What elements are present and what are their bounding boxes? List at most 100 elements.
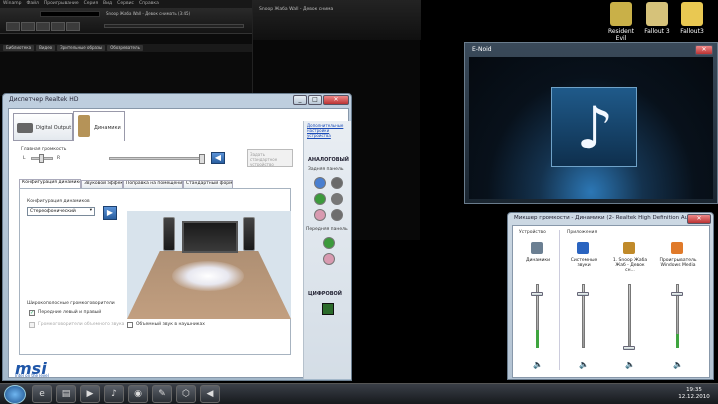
mute-speaker-icon[interactable]: 🔈 bbox=[673, 360, 683, 369]
seek-bar[interactable] bbox=[104, 24, 244, 28]
desktop-icon-fallout-3[interactable]: Fallout 3 bbox=[640, 2, 674, 35]
front-lr-checkbox[interactable]: ✓ bbox=[29, 310, 35, 316]
close-button[interactable]: ✕ bbox=[687, 214, 711, 224]
enoid-window: E-Noid ✕ ♪ bbox=[464, 42, 718, 204]
media-player-icon[interactable]: ▶ bbox=[80, 385, 100, 403]
winamp-main-window: Winamp Файл Проигрывание Серия Вид Серви… bbox=[0, 0, 252, 96]
test-play-button[interactable]: ▶ bbox=[103, 206, 117, 220]
balance-thumb[interactable] bbox=[39, 154, 44, 163]
tab-speakers[interactable]: Динамики bbox=[73, 111, 125, 141]
close-button[interactable]: ✕ bbox=[323, 95, 349, 105]
clock[interactable]: 19:35 12.12.2010 bbox=[674, 387, 714, 401]
explorer-icon[interactable]: ▤ bbox=[56, 385, 76, 403]
menu-item[interactable]: Справка bbox=[139, 1, 159, 7]
menu-item[interactable]: Сервис bbox=[117, 1, 134, 7]
volume-slider-thumb[interactable] bbox=[671, 292, 683, 296]
speaker-config-label: Конфигурация динамиков bbox=[27, 199, 90, 204]
menu-item[interactable]: Проигрывание bbox=[44, 1, 79, 7]
prev-button[interactable] bbox=[6, 22, 20, 31]
clock-date: 12.12.2010 bbox=[678, 394, 710, 400]
channel-label[interactable]: Динамики bbox=[519, 258, 557, 263]
front-jack-green[interactable] bbox=[323, 237, 335, 249]
folder-icon bbox=[681, 2, 703, 26]
tab-video[interactable]: Видео bbox=[36, 45, 56, 51]
digital-label: ЦИФРОВОЙ bbox=[308, 291, 342, 297]
jack-orange[interactable] bbox=[331, 209, 343, 221]
tab-library[interactable]: Библиотека bbox=[3, 45, 35, 51]
logo-tagline: Intel on the level bbox=[15, 373, 49, 378]
desktop-icon-label: Resident Evil bbox=[607, 28, 635, 42]
tab-visualization[interactable]: Зрительные образы bbox=[57, 45, 106, 51]
tab-default-format[interactable]: Стандартный формат bbox=[183, 180, 233, 188]
chevron-down-icon: ▾ bbox=[89, 208, 92, 213]
tab-browser[interactable]: Обозреватель bbox=[107, 45, 143, 51]
set-default-device-button[interactable]: Задать стандартное устройство bbox=[247, 149, 293, 167]
wmp-icon[interactable] bbox=[671, 242, 683, 254]
tab-digital-output[interactable]: Digital Output bbox=[13, 113, 73, 141]
channel-label: Системные звуки bbox=[570, 258, 598, 268]
stop-button[interactable] bbox=[51, 22, 65, 31]
jack-blue[interactable] bbox=[314, 177, 326, 189]
winamp-icon[interactable]: ♪ bbox=[104, 385, 124, 403]
volume-slider-thumb[interactable] bbox=[623, 346, 635, 350]
digital-output-icon bbox=[17, 123, 33, 133]
close-button[interactable]: ✕ bbox=[695, 45, 713, 55]
main-volume-slider[interactable] bbox=[109, 157, 205, 160]
shield-icon[interactable]: ⬡ bbox=[176, 385, 196, 403]
system-sounds-icon[interactable] bbox=[577, 242, 589, 254]
jack-black[interactable] bbox=[331, 193, 343, 205]
realtek-body: Digital Output Динамики Главная громкост… bbox=[8, 108, 351, 379]
realtek-hd-manager-window: Диспетчер Realtek HD _ □ ✕ Digital Outpu… bbox=[2, 93, 352, 381]
tab-speaker-config[interactable]: Конфигурация динамиков bbox=[19, 179, 81, 188]
menu-item[interactable]: Winamp bbox=[3, 1, 21, 7]
front-right-speaker-icon[interactable] bbox=[243, 217, 255, 251]
analog-label: АНАЛОГОВЫЙ bbox=[308, 157, 349, 163]
mute-speaker-icon[interactable]: 🔈 bbox=[579, 360, 589, 369]
desktop-icon-fallout3-folder[interactable]: Fallout3 bbox=[675, 2, 709, 35]
tab-room-correction[interactable]: Поправка на помещение bbox=[123, 180, 183, 188]
winamp-icon[interactable] bbox=[623, 242, 635, 254]
play-button[interactable] bbox=[21, 22, 35, 31]
tool-icon[interactable]: ✎ bbox=[152, 385, 172, 403]
front-left-speaker-icon[interactable] bbox=[163, 217, 175, 251]
menu-item[interactable]: Серия bbox=[84, 1, 98, 7]
pause-button[interactable] bbox=[36, 22, 50, 31]
menu-item[interactable]: Вид bbox=[103, 1, 112, 7]
main-volume-thumb[interactable] bbox=[199, 154, 205, 164]
jack-gray[interactable] bbox=[331, 177, 343, 189]
divider bbox=[559, 230, 560, 370]
winamp-tabs: Библиотека Видео Зрительные образы Обозр… bbox=[0, 44, 252, 52]
surround-checkbox[interactable] bbox=[29, 322, 35, 328]
advanced-settings-link[interactable]: Дополнительные настройки устройства bbox=[307, 123, 349, 138]
minimize-button[interactable]: _ bbox=[293, 95, 307, 105]
channel-label: Проигрыватель Windows Media bbox=[659, 258, 697, 268]
mute-speaker-icon[interactable]: 🔈 bbox=[625, 360, 635, 369]
digital-output-jack[interactable] bbox=[322, 303, 334, 315]
tab-sound-effect[interactable]: Звуковой эффект bbox=[81, 180, 123, 188]
desktop-icon-label: Fallout3 bbox=[680, 28, 704, 35]
menu-item[interactable]: Файл bbox=[26, 1, 38, 7]
volume-slider-thumb[interactable] bbox=[577, 292, 589, 296]
window-title: Микшер громкости - Динамики (2- Realtek … bbox=[514, 215, 699, 221]
headphones-checkbox[interactable] bbox=[127, 322, 133, 328]
speaker-config-value: Стереофонический bbox=[30, 209, 76, 214]
ie-icon[interactable]: e bbox=[32, 385, 52, 403]
speaker-device-icon[interactable] bbox=[531, 242, 543, 254]
mute-speaker-icon[interactable]: 🔈 bbox=[533, 360, 543, 369]
winamp-menu-bar: Winamp Файл Проигрывание Серия Вид Серви… bbox=[0, 0, 252, 8]
maximize-button[interactable]: □ bbox=[308, 95, 322, 105]
next-button[interactable] bbox=[66, 22, 80, 31]
volume-slider-thumb[interactable] bbox=[531, 292, 543, 296]
jack-green[interactable] bbox=[314, 193, 326, 205]
front-jack-pink[interactable] bbox=[323, 253, 335, 265]
mute-speaker-icon[interactable]: ◀ bbox=[211, 152, 225, 164]
start-button[interactable] bbox=[4, 385, 26, 404]
speaker-icon[interactable]: ◀ bbox=[200, 385, 220, 403]
jack-pink[interactable] bbox=[314, 209, 326, 221]
burn-icon[interactable]: ◉ bbox=[128, 385, 148, 403]
apps-header: Приложения bbox=[567, 230, 598, 235]
desktop-icon-resident-evil[interactable]: Resident Evil bbox=[604, 2, 638, 42]
speaker-config-select[interactable]: Стереофонический ▾ bbox=[27, 207, 95, 216]
volume-slider-track[interactable] bbox=[628, 284, 631, 348]
speakers-icon bbox=[78, 115, 90, 137]
